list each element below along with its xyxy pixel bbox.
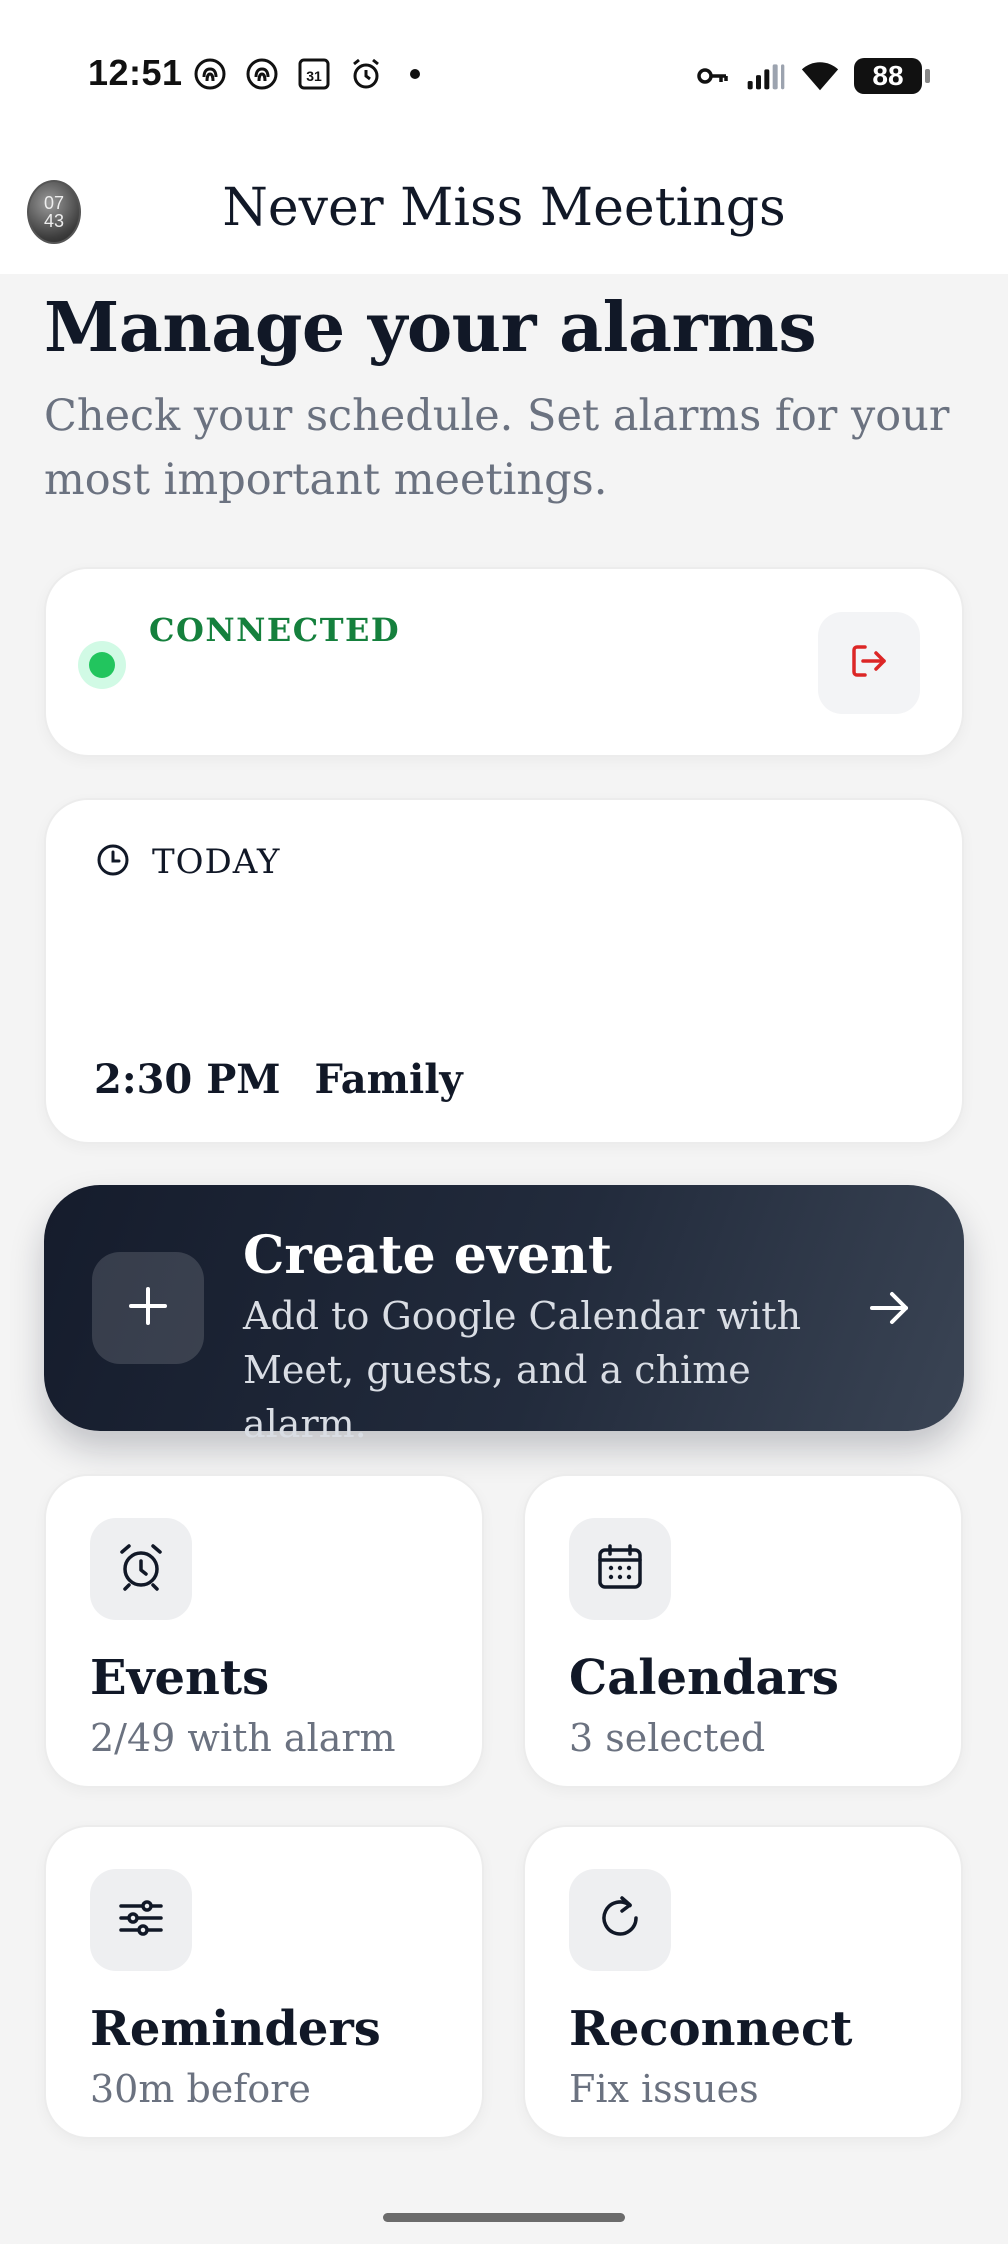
home-indicator[interactable] [383, 2213, 625, 2222]
alarm-clock-icon [115, 1541, 167, 1597]
calendar-31-icon: 31 [294, 54, 334, 94]
events-tile-icon-box [90, 1518, 192, 1620]
calendars-tile-subtitle: 3 selected [569, 1716, 766, 1760]
alarm-clock-icon [346, 54, 386, 94]
reminders-tile-subtitle: 30m before [90, 2067, 311, 2111]
refresh-icon [594, 1892, 646, 1948]
plus-icon [125, 1283, 171, 1333]
create-event-button[interactable]: Create event Add to Google Calendar with… [44, 1185, 964, 1446]
page-subtitle: Check your schedule. Set alarms for your… [44, 391, 950, 505]
today-card[interactable]: TODAY 2:30 PM Family [44, 798, 964, 1144]
status-left-icons: 31 [190, 54, 420, 94]
calendar-icon [594, 1541, 646, 1597]
status-right-icons: 88 [692, 56, 930, 96]
sliders-icon [115, 1892, 167, 1948]
reconnect-tile-icon-box [569, 1869, 671, 1971]
app-title: Never Miss Meetings [222, 178, 786, 238]
reminders-tile-icon-box [90, 1869, 192, 1971]
app-bar: 07 43 Never Miss Meetings [0, 150, 1008, 274]
signal-icon [746, 56, 786, 96]
today-header: TODAY [96, 842, 280, 882]
events-tile-subtitle: 2/49 with alarm [90, 1716, 396, 1760]
reconnect-tile[interactable]: Reconnect Fix issues [523, 1825, 963, 2139]
reconnect-tile-subtitle: Fix issues [569, 2067, 759, 2111]
connection-status-indicator [78, 641, 126, 689]
reconnect-tile-title: Reconnect [569, 2001, 853, 2057]
dot-icon [410, 69, 420, 79]
fingerprint-icon [190, 54, 230, 94]
connection-card: CONNECTED [44, 567, 964, 757]
events-tile-title: Events [90, 1650, 270, 1706]
reminders-tile-title: Reminders [90, 2001, 381, 2057]
calendars-tile[interactable]: Calendars 3 selected [523, 1474, 963, 1788]
today-event-row[interactable]: 2:30 PM Family [94, 1056, 463, 1103]
connected-dot-icon [89, 652, 115, 678]
status-bar: 12:51 31 88 [0, 0, 1008, 150]
status-time: 12:51 [88, 52, 183, 93]
wifi-icon [800, 56, 840, 96]
battery-indicator: 88 [854, 58, 930, 94]
event-time: 2:30 PM [94, 1056, 281, 1103]
events-tile[interactable]: Events 2/49 with alarm [44, 1474, 484, 1788]
today-label: TODAY [152, 842, 281, 882]
create-plus-tile [92, 1252, 204, 1364]
create-event-title: Create event [243, 1225, 612, 1286]
calendar-day-text: 31 [306, 68, 322, 84]
clock-icon [96, 843, 130, 881]
calendars-tile-icon-box [569, 1518, 671, 1620]
event-title: Family [314, 1056, 463, 1103]
create-event-description: Add to Google Calendar with Meet, guests… [243, 1294, 802, 1446]
key-icon [692, 56, 732, 96]
logout-button[interactable] [818, 612, 920, 714]
reminders-tile[interactable]: Reminders 30m before [44, 1825, 484, 2139]
page-title: Manage your alarms [44, 288, 817, 368]
connection-status-label: CONNECTED [149, 611, 401, 649]
fingerprint-icon [242, 54, 282, 94]
arrow-right-icon [864, 1283, 914, 1333]
logout-icon [847, 639, 891, 687]
calendars-tile-title: Calendars [569, 1650, 839, 1706]
